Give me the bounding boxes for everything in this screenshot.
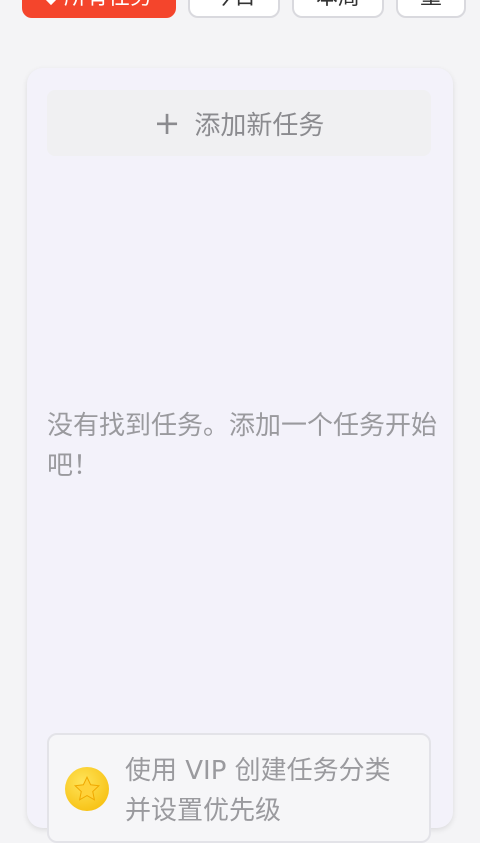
tab-this-week[interactable]: 本周 xyxy=(292,0,385,18)
task-list-card: + 添加新任务 没有找到任务。添加一个任务开始吧！ 使用 VIP 创建任务分类并… xyxy=(27,68,453,843)
star-icon xyxy=(65,767,109,811)
vip-promo-banner[interactable]: 使用 VIP 创建任务分类并设置优先级 xyxy=(47,733,431,843)
filter-icon xyxy=(43,0,59,6)
tab-today-label: 今日 xyxy=(212,0,256,18)
tab-all-tasks[interactable]: 所有任务 xyxy=(22,0,177,18)
tab-all-tasks-label: 所有任务 xyxy=(64,0,152,18)
tab-important[interactable]: 重 xyxy=(396,0,467,18)
tab-important-label: 重 xyxy=(420,0,442,18)
tab-today[interactable]: 今日 xyxy=(188,0,281,18)
add-task-label: 添加新任务 xyxy=(194,110,325,141)
tab-this-week-label: 本周 xyxy=(316,0,360,18)
add-task-button[interactable]: + 添加新任务 xyxy=(47,90,431,156)
filter-tabs: 所有任务 今日 本周 重 xyxy=(22,0,467,18)
vip-promo-text: 使用 VIP 创建任务分类并设置优先级 xyxy=(125,756,391,826)
plus-icon: + xyxy=(153,104,181,142)
empty-state-message: 没有找到任务。添加一个任务开始吧！ xyxy=(47,411,438,481)
